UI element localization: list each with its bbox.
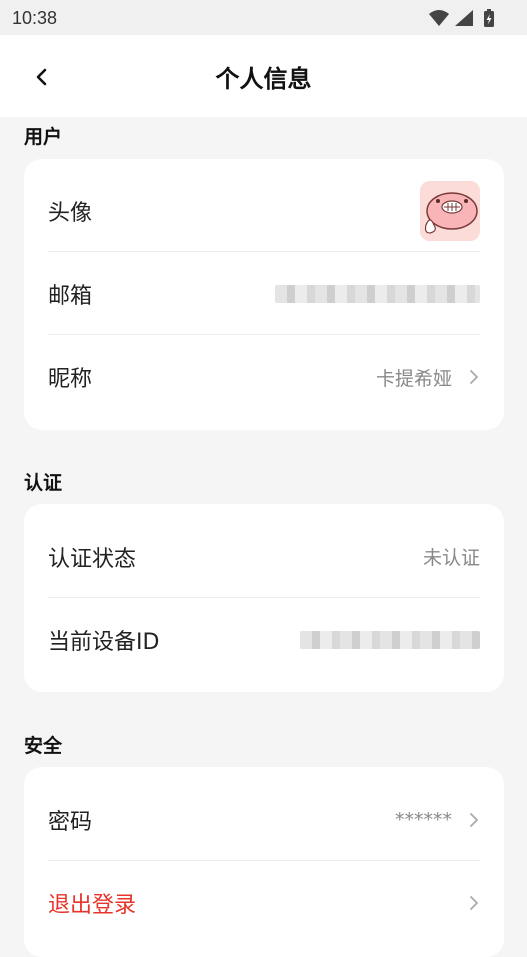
password-row[interactable]: 密码 ****** — [48, 779, 480, 861]
chevron-right-icon — [470, 812, 478, 827]
auth-status-value: 未认证 — [422, 547, 480, 569]
nickname-row[interactable]: 昵称 卡提希娅 — [48, 336, 480, 418]
password-label: 密码 — [48, 809, 93, 835]
auth-status-row: 认证状态 未认证 — [48, 516, 480, 598]
auth-status-label: 认证状态 — [48, 546, 137, 572]
logout-row[interactable]: 退出登录 — [48, 862, 480, 944]
battery-icon — [484, 9, 494, 27]
user-card: 头像 邮箱 昵称 卡提希娅 — [24, 159, 504, 430]
status-bar: 10:38 — [0, 0, 527, 35]
signal-icon — [455, 10, 473, 26]
email-row: 邮箱 — [48, 253, 480, 335]
status-time: 10:38 — [12, 8, 58, 28]
chevron-right-icon — [470, 370, 478, 384]
nickname-label: 昵称 — [48, 367, 93, 392]
security-card: 密码 ****** 退出登录 — [24, 767, 504, 957]
device-id-row: 当前设备ID — [48, 599, 480, 681]
app-header: 个人信息 — [0, 35, 527, 117]
wifi-icon — [429, 10, 449, 26]
status-icons — [427, 8, 513, 28]
password-value: ****** — [395, 808, 452, 831]
section-title-auth: 认证 — [24, 472, 63, 494]
device-id-label: 当前设备ID — [48, 630, 160, 655]
device-id-value-redacted — [300, 631, 480, 649]
auth-card: 认证状态 未认证 当前设备ID — [24, 504, 504, 692]
avatar[interactable] — [420, 180, 480, 241]
nickname-value: 卡提希娅 — [375, 367, 452, 390]
logout-label: 退出登录 — [48, 893, 137, 918]
page-title: 个人信息 — [215, 65, 312, 93]
avatar-label: 头像 — [48, 200, 93, 226]
section-title-user: 用户 — [24, 126, 63, 148]
avatar-row[interactable]: 头像 — [48, 170, 480, 252]
chevron-right-icon — [470, 896, 478, 910]
email-value-redacted — [275, 284, 480, 303]
email-label: 邮箱 — [48, 283, 93, 309]
section-title-security: 安全 — [24, 735, 63, 757]
